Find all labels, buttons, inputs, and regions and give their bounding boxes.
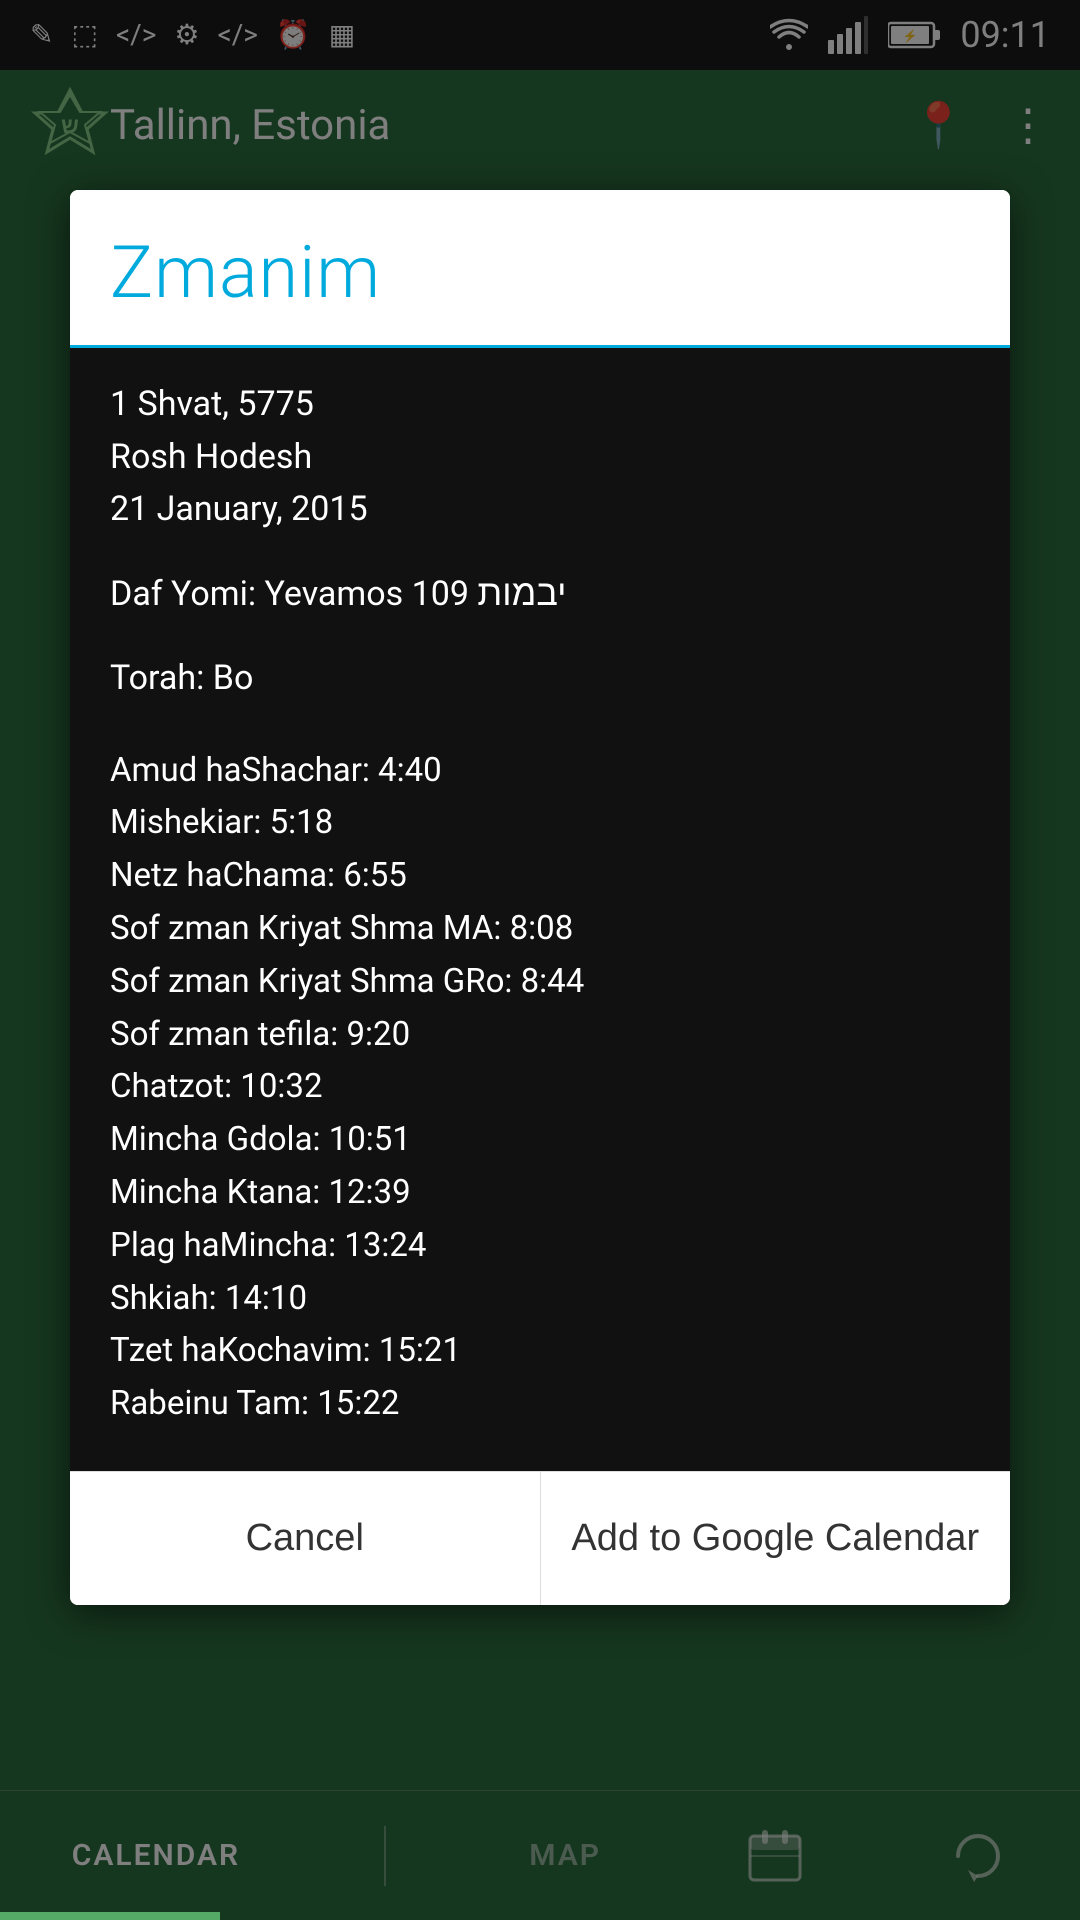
dialog-torah: Torah: Bo — [110, 652, 970, 705]
time-row-8: Mincha Ktana: 12:39 — [110, 1167, 970, 1220]
time-row-2: Netz haChama: 6:55 — [110, 850, 970, 903]
dialog-date-1: 1 Shvat, 5775 — [110, 378, 970, 431]
dialog-daf-yomi: Daf Yomi: Yevamos 109 יבמות — [110, 566, 970, 622]
dialog-content: 1 Shvat, 5775 Rosh Hodesh 21 January, 20… — [70, 348, 1010, 1471]
dialog-buttons: Cancel Add to Google Calendar — [70, 1471, 1010, 1605]
time-row-5: Sof zman tefila: 9:20 — [110, 1009, 970, 1062]
dialog-daf-hebrew: יבמות — [477, 572, 566, 614]
dialog-date-3: 21 January, 2015 — [110, 483, 970, 536]
time-row-4: Sof zman Kriyat Shma GRo: 8:44 — [110, 956, 970, 1009]
time-row-10: Shkiah: 14:10 — [110, 1273, 970, 1326]
time-row-6: Chatzot: 10:32 — [110, 1061, 970, 1114]
dialog-title: Zmanim — [110, 230, 381, 315]
progress-bar — [0, 1912, 220, 1920]
time-row-9: Plag haMincha: 13:24 — [110, 1220, 970, 1273]
time-row-1: Mishekiar: 5:18 — [110, 797, 970, 850]
time-row-0: Amud haShachar: 4:40 — [110, 745, 970, 798]
time-row-3: Sof zman Kriyat Shma MA: 8:08 — [110, 903, 970, 956]
time-row-11: Tzet haKochavim: 15:21 — [110, 1325, 970, 1378]
dialog-date-2: Rosh Hodesh — [110, 431, 970, 484]
cancel-button[interactable]: Cancel — [70, 1472, 541, 1605]
zmanim-dialog: Zmanim 1 Shvat, 5775 Rosh Hodesh 21 Janu… — [70, 190, 1010, 1605]
dialog-times-list: Amud haShachar: 4:40 Mishekiar: 5:18 Net… — [110, 745, 970, 1431]
time-row-12: Rabeinu Tam: 15:22 — [110, 1378, 970, 1431]
time-row-7: Mincha Gdola: 10:51 — [110, 1114, 970, 1167]
add-to-calendar-button[interactable]: Add to Google Calendar — [541, 1472, 1011, 1605]
dialog-title-section: Zmanim — [70, 190, 1010, 348]
